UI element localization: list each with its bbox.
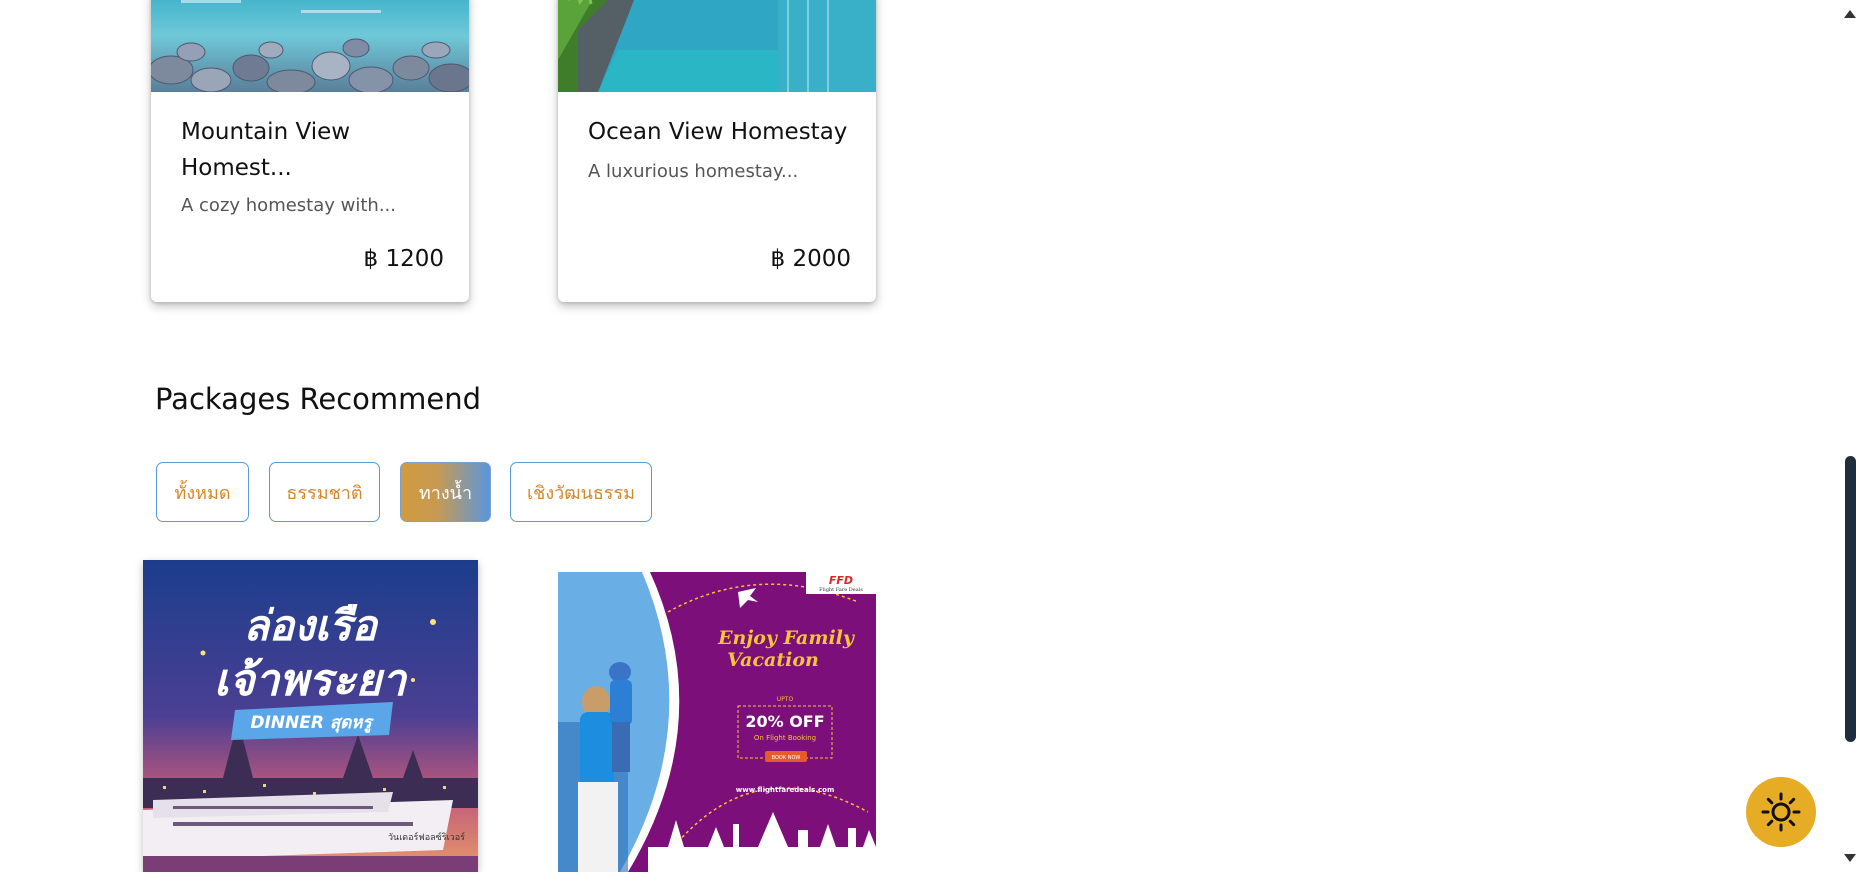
- homestay-description: A luxurious homestay...: [588, 161, 799, 182]
- homestay-image: [151, 0, 469, 92]
- homestay-price: ฿ 2000: [770, 246, 851, 272]
- filter-culture-button[interactable]: เชิงวัฒนธรรม: [510, 462, 652, 522]
- filter-nature-button[interactable]: ธรรมชาติ: [269, 462, 380, 522]
- filter-all-button[interactable]: ทั้งหมด: [156, 462, 249, 522]
- poster-cta: BOOK NOW: [772, 755, 801, 761]
- scroll-up-arrow[interactable]: [1844, 10, 1856, 18]
- poster-headline: Vacation: [727, 649, 819, 671]
- poster-title-line: เจ้าพระยา: [214, 655, 409, 706]
- homestay-title-line: Ocean View Homestay: [588, 119, 848, 145]
- homestay-card[interactable]: Mountain View Homest... A cozy homestay …: [151, 0, 469, 302]
- flight-poster-image: FFD Flight Fare Deals Enjoy Family Vacat…: [558, 572, 876, 872]
- sun-icon: [1761, 792, 1801, 832]
- poster-upto: UPTO: [777, 696, 794, 703]
- scrollbar-thumb[interactable]: [1845, 456, 1856, 742]
- poster-banner: DINNER สุดหรู: [250, 713, 374, 733]
- package-card[interactable]: FFD Flight Fare Deals Enjoy Family Vacat…: [558, 572, 876, 872]
- homestay-price: ฿ 1200: [363, 246, 444, 272]
- cruise-poster-image: วันเดอร์ฟอลซ์ริเวอร์ ล่องเรือ เจ้าพระยา …: [143, 560, 478, 872]
- boat-text: วันเดอร์ฟอลซ์ริเวอร์: [388, 831, 465, 843]
- poster-title-line: ล่องเรือ: [243, 601, 379, 650]
- poster-url: www.flightfaredeals.com: [736, 786, 834, 794]
- homestay-title-line: Mountain View: [181, 119, 351, 145]
- homestay-title: Ocean View Homestay: [588, 114, 858, 150]
- scroll-down-arrow[interactable]: [1844, 854, 1856, 862]
- package-card[interactable]: วันเดอร์ฟอลซ์ริเวอร์ ล่องเรือ เจ้าพระยา …: [143, 560, 478, 872]
- poster-discount: 20% OFF: [745, 712, 824, 731]
- homestay-description: A cozy homestay with...: [181, 195, 396, 216]
- filter-water-button[interactable]: ทางน้ำ: [400, 462, 491, 522]
- homestay-image: [558, 0, 876, 92]
- poster-headline: Enjoy Family: [717, 627, 856, 649]
- ffd-logo-sub: Flight Fare Deals: [819, 587, 863, 593]
- homestay-title-line: Homest...: [181, 155, 292, 181]
- ffd-logo: FFD: [829, 574, 853, 587]
- poster-discount-sub: On Flight Booking: [754, 734, 816, 742]
- section-title: Packages Recommend: [155, 382, 482, 416]
- theme-toggle-button[interactable]: [1746, 777, 1816, 847]
- homestay-title: Mountain View Homest...: [181, 114, 451, 186]
- homestay-card[interactable]: Ocean View Homestay A luxurious homestay…: [558, 0, 876, 302]
